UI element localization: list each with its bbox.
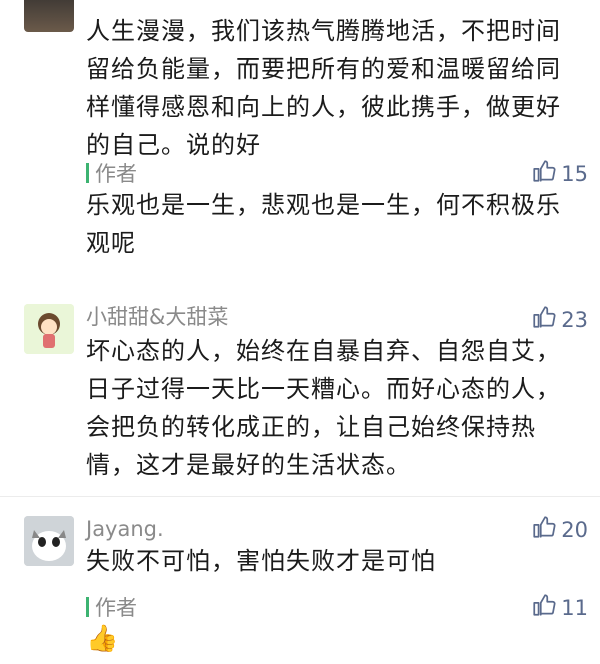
like-button[interactable]: 15 bbox=[531, 158, 588, 189]
like-button[interactable]: 20 bbox=[531, 514, 588, 545]
avatar[interactable] bbox=[24, 516, 74, 566]
thumbs-up-icon bbox=[531, 514, 557, 545]
author-label: 作者 bbox=[95, 162, 137, 186]
author-reply-text: 乐观也是一生，悲观也是一生，何不积极乐 观呢 bbox=[86, 191, 561, 257]
thumbs-up-icon bbox=[531, 304, 557, 335]
author-bar bbox=[86, 597, 89, 617]
avatar[interactable] bbox=[24, 0, 74, 32]
like-count: 11 bbox=[561, 595, 588, 620]
like-count: 23 bbox=[561, 307, 588, 332]
comment-text: 失败不可怕，害怕失败才是可怕 bbox=[86, 547, 436, 575]
thumbs-up-icon bbox=[531, 592, 557, 623]
author-reply-header: 作者 bbox=[86, 592, 137, 622]
commenter-name: Jayang. bbox=[86, 517, 164, 541]
like-count: 20 bbox=[561, 517, 588, 542]
commenter-name: 小甜甜&大甜菜 bbox=[86, 305, 229, 329]
like-button[interactable]: 11 bbox=[531, 592, 588, 623]
comment-text: 人生漫漫，我们该热气腾腾地活，不把时间 留给负能量，而要把所有的爱和温暖留给同 … bbox=[86, 17, 561, 159]
avatar[interactable] bbox=[24, 304, 74, 354]
like-button[interactable]: 23 bbox=[531, 304, 588, 335]
author-bar bbox=[86, 163, 89, 183]
author-reply-header: 作者 bbox=[86, 158, 137, 188]
like-count: 15 bbox=[561, 161, 588, 186]
comment-text: 坏心态的人，始终在自暴自弃、自怨自艾， 日子过得一天比一天糟心。而好心态的人， … bbox=[86, 337, 561, 479]
thumbs-up-emoji: 👍 bbox=[86, 624, 119, 654]
thumbs-up-icon bbox=[531, 158, 557, 189]
divider bbox=[0, 496, 600, 497]
author-label: 作者 bbox=[95, 596, 137, 620]
